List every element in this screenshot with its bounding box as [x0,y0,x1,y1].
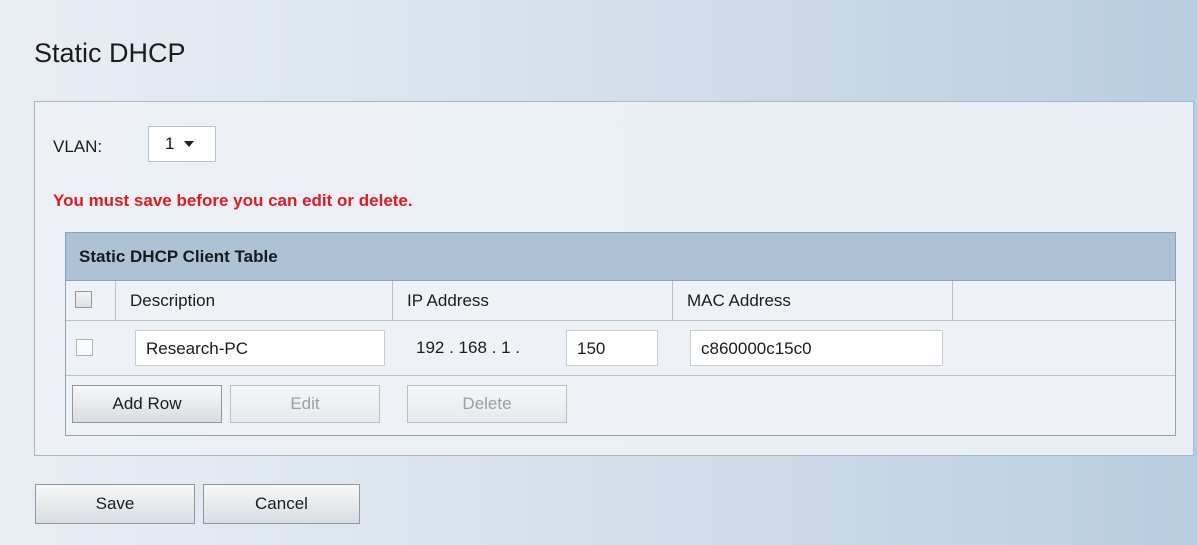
page-title: Static DHCP [34,38,186,68]
static-dhcp-client-table: Static DHCP Client Table Description IP … [65,232,1176,436]
chevron-down-icon [184,141,195,147]
select-all-checkbox[interactable] [75,291,92,308]
header-select-cell [66,281,116,320]
edit-button[interactable]: Edit [230,385,380,423]
header-description: Description [116,281,393,320]
header-mac: MAC Address [673,281,953,320]
add-row-button[interactable]: Add Row [72,385,222,423]
column-header-description: Description [130,291,216,310]
delete-button[interactable]: Delete [407,385,567,423]
table-button-row: Add Row Edit Delete [66,376,1175,434]
header-ip: IP Address [393,281,673,320]
mac-address-input[interactable]: c860000c15c0 [690,330,943,366]
table-header-row: Description IP Address MAC Address [66,281,1175,321]
column-header-mac-address: MAC Address [687,291,791,310]
ip-prefix: 192 . 168 . 1 . [416,338,520,357]
row-select-cell [66,321,116,375]
description-input[interactable]: Research-PC [135,330,385,366]
settings-panel: VLAN: 1 You must save before you can edi… [34,101,1194,456]
row-checkbox[interactable] [76,339,93,356]
save-button[interactable]: Save [35,484,195,524]
column-header-ip-address: IP Address [407,291,489,310]
ip-last-octet-input[interactable]: 150 [566,330,658,366]
table-row: Research-PC 192 . 168 . 1 . 150 c860000c… [66,321,1175,376]
vlan-label: VLAN: [53,137,103,156]
save-warning-message: You must save before you can edit or del… [53,191,413,210]
vlan-select[interactable]: 1 [148,126,216,162]
table-title: Static DHCP Client Table [66,233,1175,281]
cancel-button[interactable]: Cancel [203,484,360,524]
header-extra [953,281,1175,320]
vlan-selected-value: 1 [165,134,175,153]
